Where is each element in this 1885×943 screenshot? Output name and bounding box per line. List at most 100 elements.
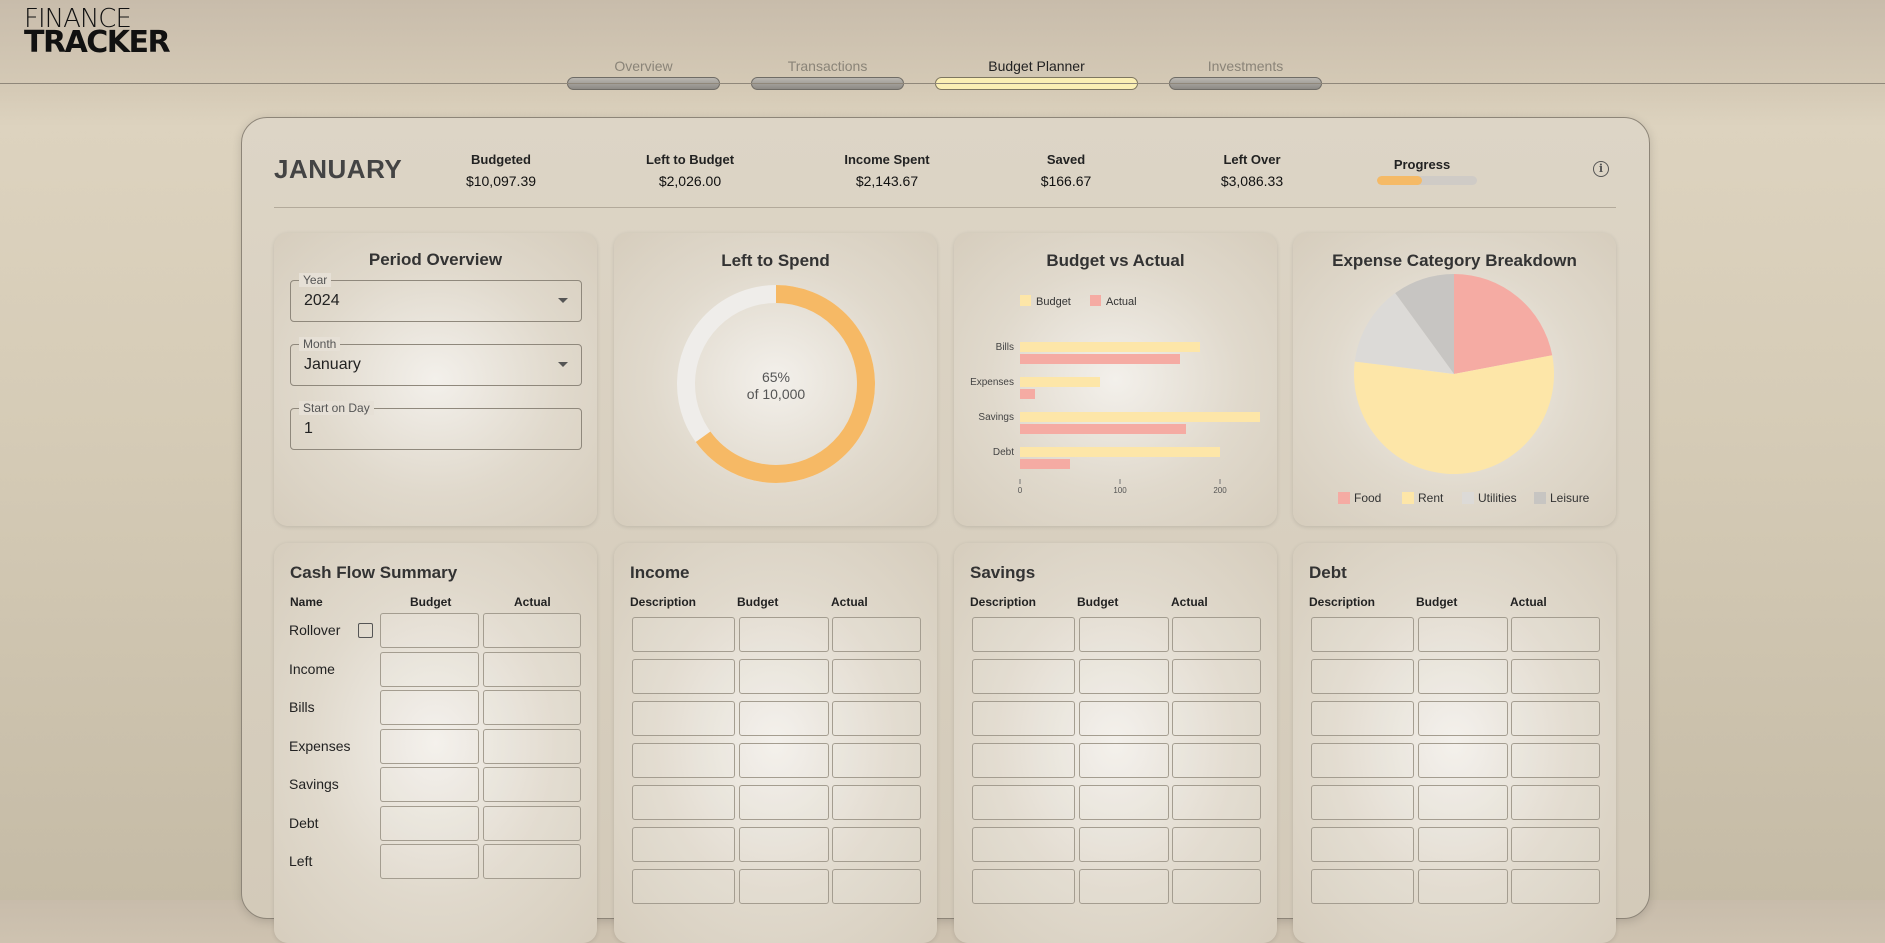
col-header-budget: Budget [410,595,452,609]
debt-actual-input[interactable] [1511,869,1600,904]
income-description-input[interactable] [632,827,735,862]
budget-input[interactable] [380,805,479,841]
savings-description-input[interactable] [972,701,1075,736]
income-description-input[interactable] [632,869,735,904]
income-description-input[interactable] [632,743,735,778]
debt-actual-input[interactable] [1511,743,1600,778]
debt-description-input[interactable] [1311,785,1414,820]
savings-budget-input[interactable] [1079,869,1169,904]
x-tick-label: 200 [1213,486,1227,495]
savings-budget-input[interactable] [1079,785,1169,820]
actual-input[interactable] [483,767,581,802]
debt-budget-input[interactable] [1418,701,1508,736]
savings-budget-input[interactable] [1079,827,1169,862]
card-title: Period Overview [368,250,503,269]
income-actual-input[interactable] [832,659,921,694]
legend-swatch [1020,295,1031,306]
budget-input[interactable] [380,651,479,687]
tab-budget-planner[interactable]: Budget Planner [935,58,1138,90]
income-budget-input[interactable] [739,659,829,694]
actual-input[interactable] [483,690,581,725]
income-budget-input[interactable] [739,827,829,862]
savings-actual-input[interactable] [1172,701,1261,736]
year-select[interactable]: Year 2024 [290,273,582,322]
month-select[interactable]: Month January [290,337,582,386]
savings-description-input[interactable] [972,869,1075,904]
savings-actual-input[interactable] [1172,827,1261,862]
cashflow-row-label: Expenses [289,737,351,754]
savings-description-input[interactable] [972,785,1075,820]
debt-description-input[interactable] [1311,617,1414,652]
debt-description-input[interactable] [1311,701,1414,736]
tab-transactions[interactable]: Transactions [751,58,904,90]
legend-label: Budget [1036,296,1071,308]
savings-actual-input[interactable] [1172,743,1261,778]
savings-budget-input[interactable] [1079,743,1169,778]
income-actual-input[interactable] [832,827,921,862]
budget-input[interactable] [380,728,479,764]
income-budget-input[interactable] [739,701,829,736]
savings-actual-input[interactable] [1172,659,1261,694]
income-actual-input[interactable] [832,785,921,820]
savings-description-input[interactable] [972,617,1075,652]
savings-actual-input[interactable] [1172,785,1261,820]
savings-actual-input[interactable] [1172,617,1261,652]
income-budget-input[interactable] [739,869,829,904]
stat-label: Left to Budget [645,152,735,167]
debt-budget-input[interactable] [1418,659,1508,694]
debt-description-input[interactable] [1311,827,1414,862]
debt-actual-input[interactable] [1511,659,1600,694]
income-description-input[interactable] [632,617,735,652]
bar-actual [1020,459,1070,469]
debt-budget-input[interactable] [1418,785,1508,820]
stat-value: $2,143.67 [855,173,919,189]
legend-swatch [1338,492,1350,504]
tab-investments[interactable]: Investments [1169,58,1322,90]
savings-description-input[interactable] [972,659,1075,694]
info-icon[interactable]: i [1593,161,1609,177]
stat-left-over: Left Over $3,086.33 [1172,152,1332,189]
budget-input[interactable] [380,690,479,725]
income-budget-input[interactable] [739,785,829,820]
card-title: Left to Spend [721,251,830,270]
savings-actual-input[interactable] [1172,869,1261,904]
debt-actual-input[interactable] [1511,617,1600,652]
savings-budget-input[interactable] [1079,701,1169,736]
income-actual-input[interactable] [832,743,921,778]
budget-input[interactable] [380,613,479,648]
debt-actual-input[interactable] [1511,785,1600,820]
savings-budget-input[interactable] [1079,659,1169,694]
income-actual-input[interactable] [832,701,921,736]
income-description-input[interactable] [632,659,735,694]
debt-description-input[interactable] [1311,659,1414,694]
debt-description-input[interactable] [1311,743,1414,778]
rollover-checkbox[interactable] [358,623,373,638]
income-description-input[interactable] [632,701,735,736]
debt-actual-input[interactable] [1511,827,1600,862]
income-budget-input[interactable] [739,743,829,778]
income-budget-input[interactable] [739,617,829,652]
actual-input[interactable] [483,805,581,841]
actual-input[interactable] [483,651,581,687]
debt-budget-input[interactable] [1418,617,1508,652]
income-description-input[interactable] [632,785,735,820]
debt-budget-input[interactable] [1418,869,1508,904]
savings-description-input[interactable] [972,743,1075,778]
income-actual-input[interactable] [832,617,921,652]
start-day-input[interactable]: Start on Day 1 [290,401,582,450]
budget-input[interactable] [380,767,479,802]
debt-card: Debt Description Budget Actual [1293,543,1616,943]
budget-input[interactable] [380,844,479,879]
debt-actual-input[interactable] [1511,701,1600,736]
savings-budget-input[interactable] [1079,617,1169,652]
debt-budget-input[interactable] [1418,743,1508,778]
card-title: Budget vs Actual [1046,251,1185,270]
income-actual-input[interactable] [832,869,921,904]
debt-description-input[interactable] [1311,869,1414,904]
debt-budget-input[interactable] [1418,827,1508,862]
actual-input[interactable] [483,844,581,879]
tab-overview[interactable]: Overview [567,58,720,90]
savings-description-input[interactable] [972,827,1075,862]
actual-input[interactable] [483,613,581,648]
actual-input[interactable] [483,728,581,764]
